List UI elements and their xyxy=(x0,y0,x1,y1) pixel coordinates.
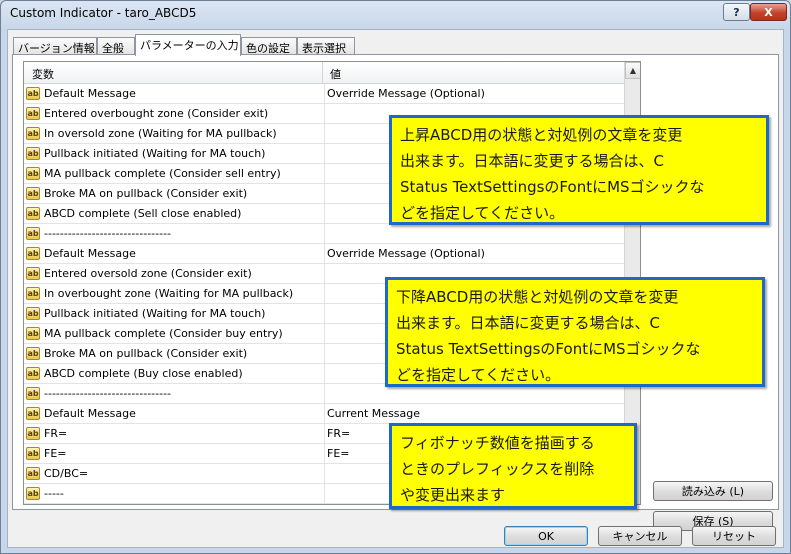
parameter-name: ABCD complete (Buy close enabled) xyxy=(44,367,243,380)
window-title: Custom Indicator - taro_ABCD5 xyxy=(10,6,197,20)
parameter-name: CD/BC= xyxy=(44,467,89,480)
parameter-name: Default Message xyxy=(44,407,136,420)
load-button[interactable]: 読み込み (L) xyxy=(653,481,773,501)
note-downtrend-messages: 下降ABCD用の状態と対処例の文章を変更 出来ます。日本語に変更する場合は、C … xyxy=(385,277,765,387)
parameter-value: Override Message (Optional) xyxy=(327,87,485,100)
string-type-icon: ab xyxy=(26,227,40,240)
parameter-name: FR= xyxy=(44,427,68,440)
string-type-icon: ab xyxy=(26,347,40,360)
parameter-name: FE= xyxy=(44,447,67,460)
parameter-name: Default Message xyxy=(44,247,136,260)
parameter-value: FR= xyxy=(327,427,351,440)
string-type-icon: ab xyxy=(26,87,40,100)
string-type-icon: ab xyxy=(26,127,40,140)
string-type-icon: ab xyxy=(26,107,40,120)
parameter-name: Pullback initiated (Waiting for MA touch… xyxy=(44,147,266,160)
string-type-icon: ab xyxy=(26,207,40,220)
tab-parameters[interactable]: パラメーターの入力 xyxy=(135,34,241,56)
string-type-icon: ab xyxy=(26,407,40,420)
parameter-name: -------------------------------- xyxy=(44,387,172,400)
parameter-value: Override Message (Optional) xyxy=(327,247,485,260)
string-type-icon: ab xyxy=(26,147,40,160)
string-type-icon: ab xyxy=(26,467,40,480)
tab-general[interactable]: 全般 xyxy=(97,37,135,55)
string-type-icon: ab xyxy=(26,247,40,260)
parameter-name: Entered oversold zone (Consider exit) xyxy=(44,267,252,280)
parameter-name: MA pullback complete (Consider buy entry… xyxy=(44,327,283,340)
parameter-name: In overbought zone (Waiting for MA pullb… xyxy=(44,287,294,300)
parameter-row[interactable]: ab Default Message Override Message (Optio… xyxy=(24,244,624,264)
parameter-name: Broke MA on pullback (Consider exit) xyxy=(44,347,248,360)
parameter-row[interactable]: ab -------------------------------- xyxy=(24,224,624,244)
parameter-name: Entered overbought zone (Consider exit) xyxy=(44,107,269,120)
string-type-icon: ab xyxy=(26,487,40,500)
parameter-value-cell[interactable] xyxy=(324,224,624,243)
dialog-window: Custom Indicator - taro_ABCD5 ? X バージョン情… xyxy=(0,0,791,554)
ok-button[interactable]: OK xyxy=(504,526,588,546)
string-type-icon: ab xyxy=(26,427,40,440)
parameter-name: Default Message xyxy=(44,87,136,100)
parameter-value: FE= xyxy=(327,447,350,460)
cancel-button[interactable]: キャンセル xyxy=(598,526,682,546)
parameter-name: In oversold zone (Waiting for MA pullbac… xyxy=(44,127,277,140)
string-type-icon: ab xyxy=(26,387,40,400)
column-header-value[interactable]: 値 xyxy=(330,66,341,82)
parameter-name: Pullback initiated (Waiting for MA touch… xyxy=(44,307,266,320)
parameter-name: MA pullback complete (Consider sell entr… xyxy=(44,167,281,180)
help-button[interactable]: ? xyxy=(723,3,750,21)
column-header-variable[interactable]: 変数 xyxy=(32,66,54,82)
grid-header: 変数 値 xyxy=(24,62,624,84)
tab-display-selection[interactable]: 表示選択 xyxy=(297,37,355,55)
tab-version-info[interactable]: バージョン情報 xyxy=(13,37,97,55)
parameter-name: ABCD complete (Sell close enabled) xyxy=(44,207,242,220)
parameter-value-cell[interactable]: Current Message xyxy=(324,404,624,423)
string-type-icon: ab xyxy=(26,187,40,200)
note-uptrend-messages: 上昇ABCD用の状態と対処例の文章を変更 出来ます。日本語に変更する場合は、C … xyxy=(389,115,769,225)
string-type-icon: ab xyxy=(26,327,40,340)
string-type-icon: ab xyxy=(26,167,40,180)
string-type-icon: ab xyxy=(26,307,40,320)
parameter-value-cell[interactable]: Override Message (Optional) xyxy=(324,84,624,103)
column-divider[interactable] xyxy=(322,62,323,84)
parameter-row[interactable]: ab Default Message Override Message (Optio… xyxy=(24,84,624,104)
parameter-value: Current Message xyxy=(327,407,421,420)
tab-colors[interactable]: 色の設定 xyxy=(241,37,297,55)
string-type-icon: ab xyxy=(26,287,40,300)
title-bar[interactable]: Custom Indicator - taro_ABCD5 ? X xyxy=(1,1,790,27)
string-type-icon: ab xyxy=(26,267,40,280)
parameter-row[interactable]: ab Default Message Current Message xyxy=(24,404,624,424)
close-button[interactable]: X xyxy=(750,3,787,21)
string-type-icon: ab xyxy=(26,367,40,380)
parameter-value-cell[interactable]: Override Message (Optional) xyxy=(324,244,624,263)
reset-button[interactable]: リセット xyxy=(692,526,776,546)
string-type-icon: ab xyxy=(26,447,40,460)
parameter-name: Broke MA on pullback (Consider exit) xyxy=(44,187,248,200)
note-fibonacci-prefix: フィボナッチ数値を描画する ときのプレフィックスを削除 や変更出来ます xyxy=(389,423,637,509)
parameter-name: ----- xyxy=(44,487,64,500)
scroll-up-arrow-icon[interactable]: ▲ xyxy=(625,62,640,79)
parameter-name: -------------------------------- xyxy=(44,227,172,240)
